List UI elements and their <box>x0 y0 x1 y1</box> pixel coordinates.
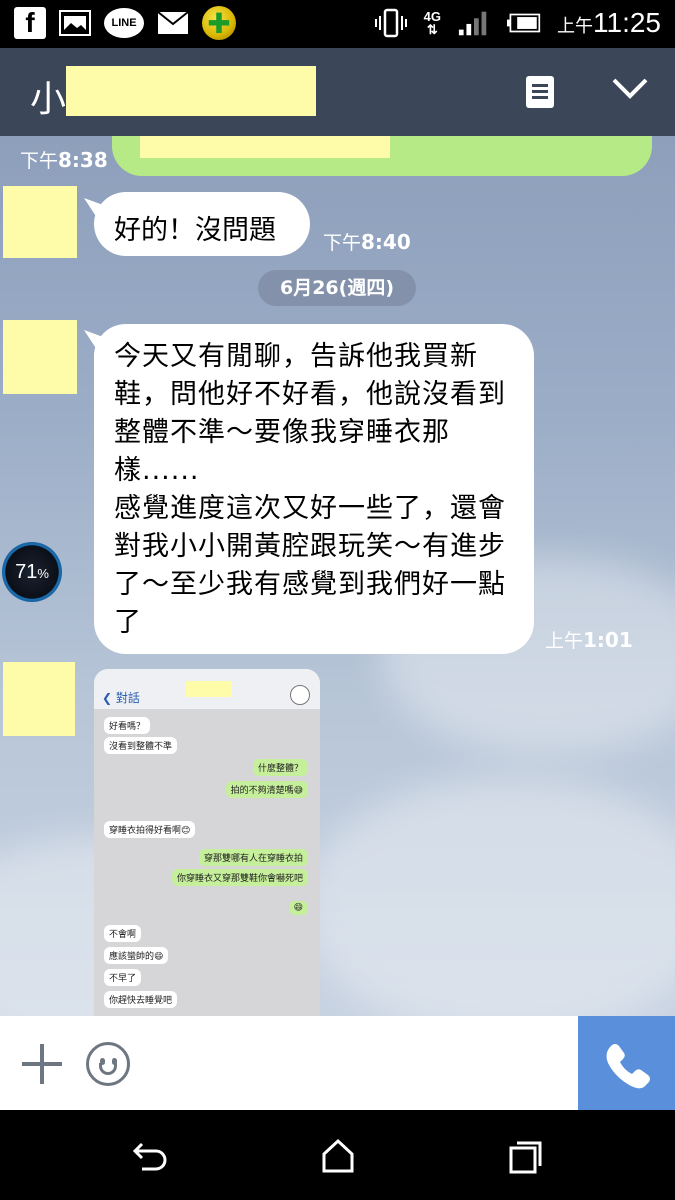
incoming-message-bubble[interactable]: 好的！沒問題 <box>94 192 310 256</box>
avatar[interactable] <box>3 320 77 394</box>
gallery-icon <box>58 6 92 40</box>
chat-header: 小 <box>0 48 675 136</box>
image-chat-line: 什麼整體？ <box>252 759 308 776</box>
vibrate-icon <box>374 6 408 40</box>
title-redaction <box>66 66 316 116</box>
image-chat-line: 拍的不夠清楚嗎😅 <box>225 781 308 798</box>
chevron-down-icon[interactable] <box>610 72 650 102</box>
clock: 上午11:25 <box>557 7 661 38</box>
image-chat-line: 應該蠻帥的😄 <box>104 947 169 964</box>
notes-icon[interactable] <box>526 76 554 108</box>
image-chat-line: 不早了 <box>104 969 142 986</box>
emoji-icon[interactable] <box>86 1042 130 1086</box>
image-chat-line: 沒看到整體不準 <box>104 737 178 754</box>
phone-icon <box>606 1044 650 1089</box>
background-cloud <box>300 776 675 1016</box>
message-timestamp: 下午8:38 <box>20 148 108 172</box>
date-separator: 6月26(週四) <box>258 270 416 306</box>
status-bar: f LINE ✚ 4G ⇅ 上午11:25 <box>0 0 675 48</box>
incoming-message-bubble[interactable]: 今天又有閒聊，告訴他我買新鞋，問他好不好看，他說沒看到整體不準～要像我穿睡衣那樣… <box>94 324 534 654</box>
avatar[interactable] <box>3 186 77 258</box>
notification-icons: f LINE ✚ <box>14 6 236 40</box>
message-text: 今天又有閒聊，告訴他我買新鞋，問他好不好看，他說沒看到整體不準～要像我穿睡衣那樣… <box>114 341 506 638</box>
image-chat-line: 穿睡衣拍得好看啊😊 <box>104 821 196 838</box>
mail-icon <box>156 6 190 40</box>
call-button[interactable] <box>578 1016 675 1110</box>
image-message[interactable]: ❮ 對話 好看嗎？ 沒看到整體不準什麼整體？ 拍的不夠清楚嗎😅 穿睡衣拍得好看啊😊 穿那… <box>94 669 320 1016</box>
message-timestamp: 上午1:01 <box>545 628 633 652</box>
input-bar <box>0 1016 675 1110</box>
avatar[interactable] <box>3 662 75 736</box>
image-chat-line: 你穿睡衣又穿那雙鞋你會嚇死吧 <box>171 869 308 886</box>
image-back-label: ❮ 對話 <box>102 691 140 705</box>
back-icon[interactable] <box>130 1136 170 1176</box>
green-plus-icon: ✚ <box>202 6 236 40</box>
battery-overlay-widget[interactable]: 71% <box>2 542 62 602</box>
image-header: ❮ 對話 <box>94 669 320 709</box>
system-status: 4G ⇅ 上午11:25 <box>374 6 661 40</box>
battery-status-icon <box>507 6 541 40</box>
chat-title[interactable]: 小 <box>30 70 66 122</box>
message-timestamp: 下午8:40 <box>323 230 411 254</box>
outgoing-message-bubble[interactable] <box>112 136 652 176</box>
line-icon: LINE <box>104 8 144 38</box>
recent-apps-icon[interactable] <box>506 1136 546 1176</box>
image-chat-line: 😄 <box>288 901 308 915</box>
image-redaction <box>186 681 232 697</box>
image-chat-line: 你趕快去睡覺吧 <box>104 991 178 1008</box>
network-indicator: 4G ⇅ <box>423 9 441 37</box>
home-icon[interactable] <box>318 1136 358 1176</box>
message-text: 好的！沒問題 <box>114 215 276 246</box>
navigation-bar <box>0 1110 675 1200</box>
chat-area[interactable]: 下午8:38 好的！沒問題 下午8:40 6月26(週四) 今天又有閒聊，告訴他… <box>0 136 675 1016</box>
plus-icon[interactable] <box>22 1044 62 1084</box>
signal-icon <box>457 6 491 40</box>
image-chat-line: 好看嗎？ <box>104 717 151 734</box>
network-label: 4G <box>423 9 441 24</box>
image-chat-line: 穿那雙哪有人在穿睡衣拍 <box>198 849 308 866</box>
facebook-icon: f <box>14 7 46 39</box>
image-avatar <box>290 685 310 705</box>
message-redaction <box>140 136 390 158</box>
image-chat-line: 不會啊 <box>104 925 142 942</box>
